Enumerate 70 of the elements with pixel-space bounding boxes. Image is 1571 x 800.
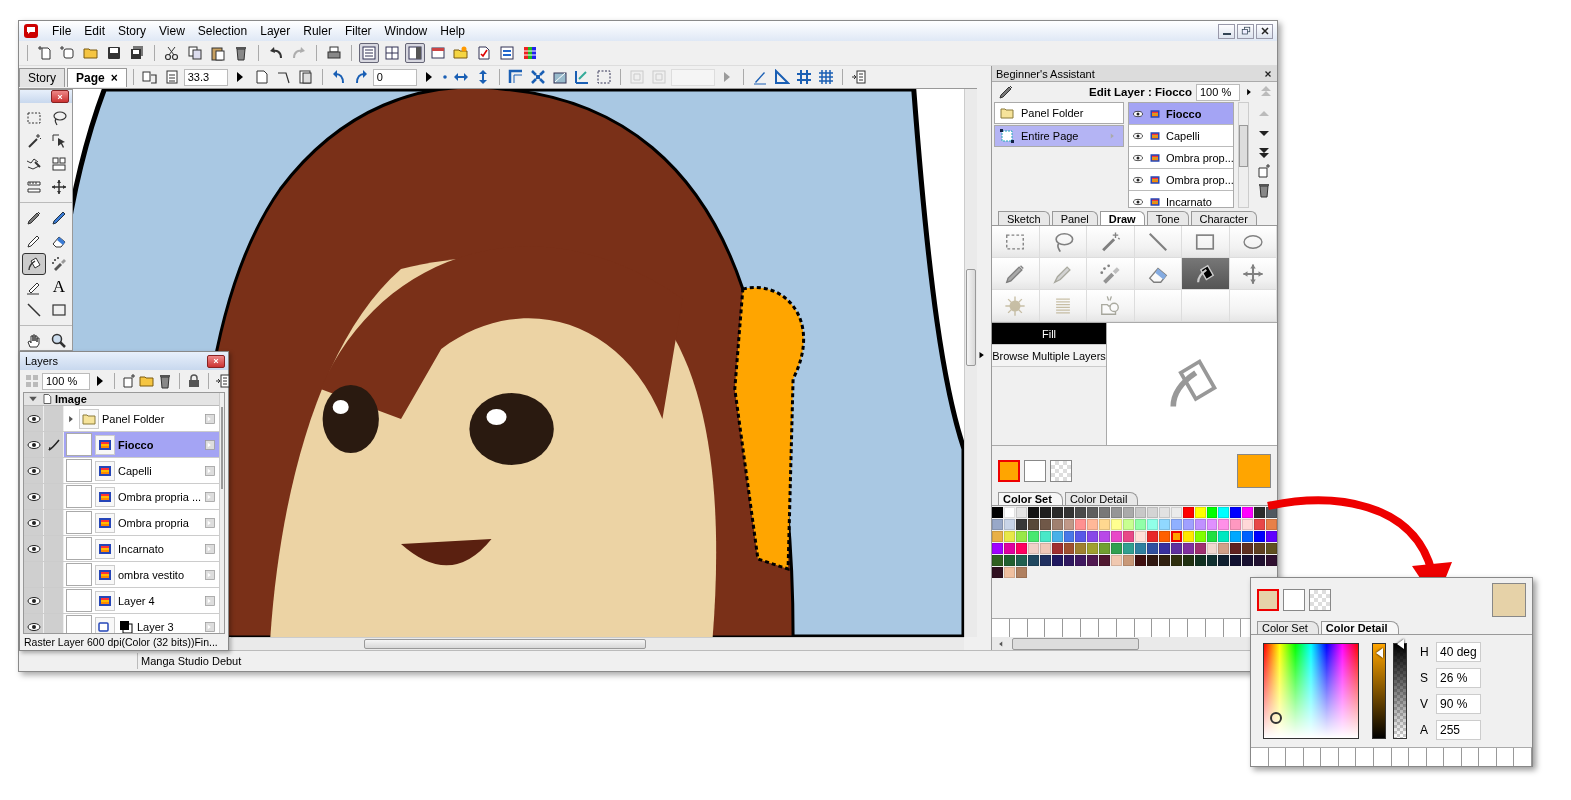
category-tab[interactable]: Panel bbox=[1051, 211, 1098, 225]
layer-name: Layer 3 bbox=[137, 620, 175, 633]
value-field[interactable]: 26 % bbox=[1436, 668, 1481, 688]
opacity-field[interactable]: 100 % bbox=[1196, 83, 1240, 101]
sub-tool-item[interactable]: Fill bbox=[992, 323, 1106, 345]
layer-name: Ombra propria ... bbox=[118, 490, 202, 503]
color-tab[interactable]: Color Set bbox=[998, 492, 1063, 505]
layer-name: Ombra propria bbox=[118, 516, 190, 529]
category-tab[interactable]: Sketch bbox=[998, 211, 1050, 225]
list-row[interactable]: Ombra prop... bbox=[1129, 169, 1233, 191]
field-label: A bbox=[1420, 723, 1429, 737]
menu-item[interactable]: Selection bbox=[197, 24, 248, 38]
value-field[interactable]: 90 % bbox=[1436, 694, 1481, 714]
tab-label[interactable]: Story bbox=[28, 70, 56, 85]
list-row[interactable]: Incarnato bbox=[64, 536, 220, 561]
opacity-field[interactable]: 100 % bbox=[42, 372, 90, 390]
layer-name: Capelli bbox=[118, 464, 153, 477]
list-row[interactable]: ombra vestito bbox=[64, 562, 220, 587]
panel-title: Layers bbox=[25, 355, 59, 367]
list-row[interactable]: Ombra propria ... bbox=[64, 484, 220, 509]
panel-title: Beginner's Assistant bbox=[996, 67, 1095, 80]
field-label: H bbox=[1420, 645, 1430, 659]
menu-item[interactable]: Ruler bbox=[303, 24, 332, 38]
list-row[interactable]: Ombra prop... bbox=[1129, 147, 1233, 169]
list-row[interactable]: Capelli bbox=[1129, 125, 1233, 147]
sub-tool-item[interactable]: Browse Multiple Layers bbox=[992, 345, 1106, 367]
menu-item[interactable]: Window bbox=[384, 24, 428, 38]
list-row[interactable]: Panel Folder bbox=[64, 406, 220, 431]
layer-name: Layer 4 bbox=[118, 594, 156, 607]
list-row[interactable]: Ombra propria bbox=[64, 510, 220, 535]
document-tab[interactable]: Story bbox=[19, 67, 65, 87]
value-field[interactable]: 40 deg bbox=[1436, 642, 1481, 662]
list-row[interactable]: Layer 4 bbox=[64, 588, 220, 613]
layer-status-text: Raster Layer 600 dpi(Color (32 bits))Fin... bbox=[23, 635, 219, 650]
list-row[interactable]: Fiocco bbox=[1129, 103, 1233, 125]
layer-group-header[interactable]: Image bbox=[24, 393, 220, 406]
category-tab[interactable]: Draw bbox=[1099, 211, 1145, 225]
layer-name: Incarnato bbox=[118, 542, 165, 555]
menu-item[interactable]: Help bbox=[440, 24, 465, 38]
edit-layer-label: Edit Layer : Fiocco bbox=[1089, 86, 1192, 98]
color-tab[interactable]: Color Detail bbox=[1320, 621, 1399, 634]
target-item[interactable]: Entire Page bbox=[994, 125, 1124, 147]
category-tab[interactable]: Tone bbox=[1146, 211, 1189, 225]
menu-item[interactable]: Story bbox=[118, 24, 147, 38]
menu-item[interactable]: File bbox=[52, 24, 72, 38]
color-tab[interactable]: Color Set bbox=[1257, 621, 1319, 634]
document-tab[interactable]: Page × bbox=[67, 67, 127, 87]
menu-item[interactable]: Layer bbox=[260, 24, 291, 38]
layer-name: ombra vestito bbox=[118, 568, 186, 581]
target-item[interactable]: Panel Folder bbox=[994, 102, 1124, 124]
color-tab[interactable]: Color Detail bbox=[1064, 492, 1139, 505]
category-tab[interactable]: Character bbox=[1190, 211, 1257, 225]
menu-item[interactable]: Filter bbox=[344, 24, 372, 38]
layer-name: Panel Folder bbox=[102, 412, 166, 425]
number-field[interactable]: 33.3 bbox=[183, 68, 228, 86]
menu-item[interactable]: View bbox=[159, 24, 185, 38]
group-name: Image bbox=[55, 393, 87, 405]
text-tool-tool[interactable]: A bbox=[47, 276, 71, 298]
list-row[interactable]: Capelli bbox=[64, 458, 220, 483]
field-label: S bbox=[1420, 671, 1429, 685]
field-label: V bbox=[1420, 697, 1429, 711]
value-field[interactable]: 255 bbox=[1436, 720, 1481, 740]
menu-item[interactable]: Edit bbox=[84, 24, 106, 38]
list-row[interactable]: Fiocco bbox=[64, 432, 220, 457]
tab-close-button[interactable]: × bbox=[110, 70, 118, 85]
tab-label[interactable]: Page bbox=[76, 70, 105, 85]
number-field[interactable]: 0 bbox=[372, 68, 417, 86]
list-row[interactable]: Layer 3 bbox=[64, 614, 220, 633]
status-text: Manga Studio Debut bbox=[141, 655, 242, 667]
layer-name: Fiocco bbox=[118, 438, 155, 451]
